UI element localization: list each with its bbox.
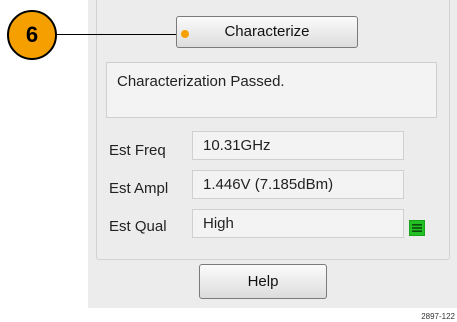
- est-qual-field: High: [192, 209, 404, 238]
- est-freq-label: Est Freq: [109, 142, 166, 159]
- callout-badge: 6: [7, 10, 57, 60]
- characterize-button[interactable]: Characterize: [176, 16, 358, 48]
- est-freq-value: 10.31GHz: [203, 137, 271, 154]
- help-button[interactable]: Help: [199, 264, 327, 299]
- callout-target-dot: [181, 30, 189, 38]
- figure-id: 2897-122: [421, 312, 455, 321]
- est-ampl-label: Est Ampl: [109, 180, 169, 197]
- est-ampl-value: 1.446V (7.185dBm): [203, 176, 334, 193]
- quality-menu-icon[interactable]: [409, 220, 425, 236]
- status-message: Characterization Passed.: [117, 73, 285, 90]
- est-ampl-field: 1.446V (7.185dBm): [192, 170, 404, 199]
- est-freq-field: 10.31GHz: [192, 131, 404, 160]
- est-qual-value: High: [203, 215, 234, 232]
- callout-leader-line: [55, 34, 185, 35]
- status-box: Characterization Passed.: [106, 62, 437, 118]
- est-qual-label: Est Qual: [109, 218, 167, 235]
